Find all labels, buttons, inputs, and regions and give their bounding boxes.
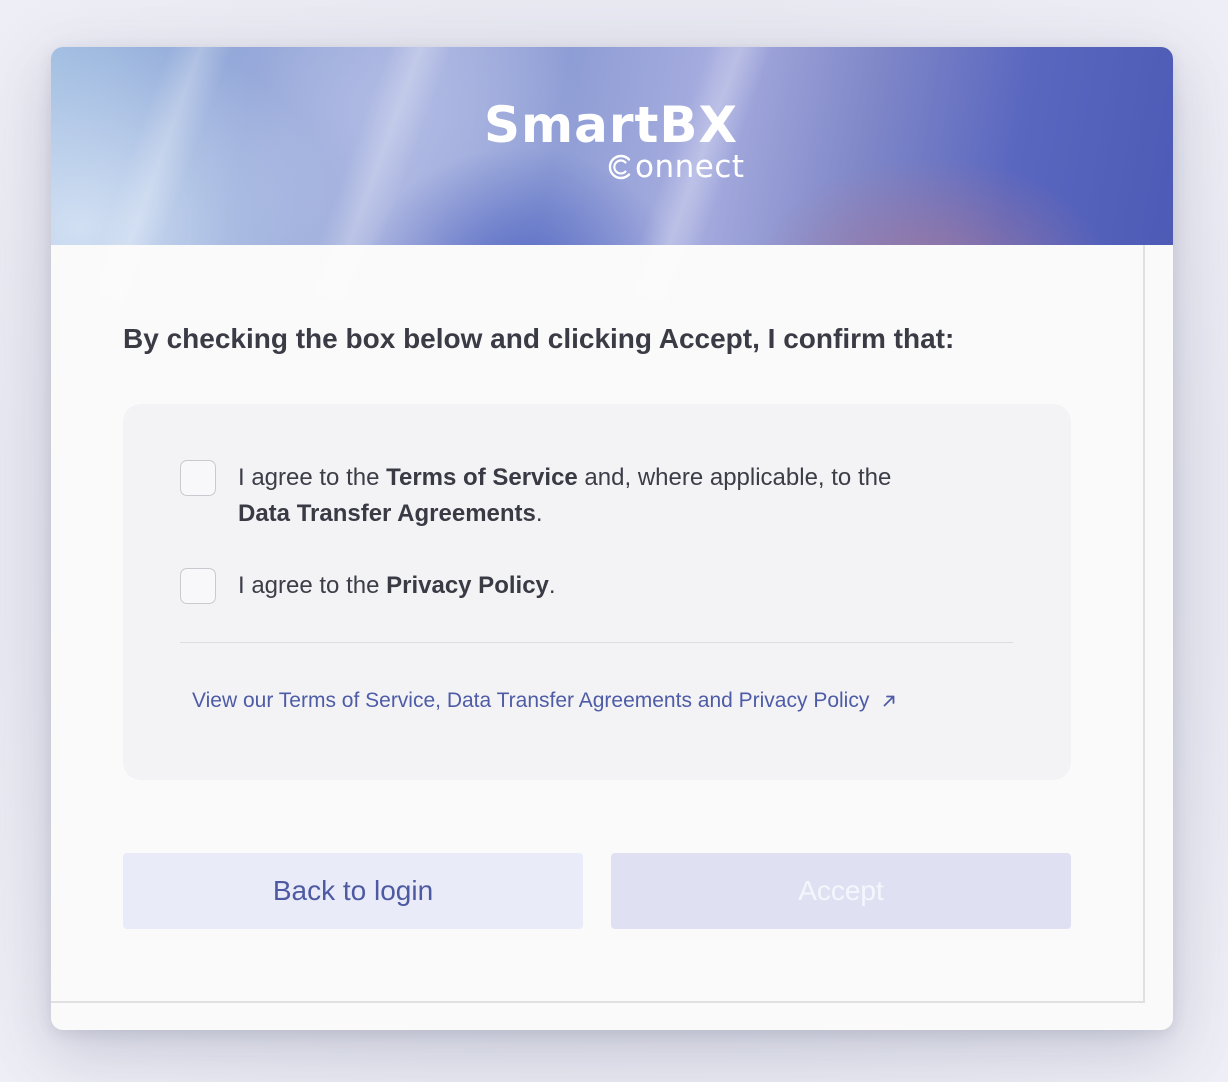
- smartbx-connect-logo: SmartBX onnect: [51, 47, 1173, 245]
- logo-wordmark: SmartBX: [484, 96, 739, 154]
- logo-subtitle: onnect: [605, 147, 745, 187]
- terms-checkbox[interactable]: [180, 460, 216, 496]
- external-link-arrow-icon: [883, 695, 895, 707]
- divider: [180, 642, 1013, 643]
- logo-subtitle-text: onnect: [635, 149, 745, 185]
- view-policies-link[interactable]: View our Terms of Service, Data Transfer…: [192, 686, 897, 716]
- terms-consent-text: I agree to the Terms of Service and, whe…: [238, 464, 892, 527]
- accept-button[interactable]: Accept: [611, 853, 1071, 929]
- privacy-consent-row[interactable]: I agree to the Privacy Policy.: [180, 568, 998, 604]
- privacy-checkbox[interactable]: [180, 568, 216, 604]
- view-policies-label: View our Terms of Service, Data Transfer…: [192, 689, 870, 712]
- c-ring-icon: [608, 154, 631, 180]
- consent-dialog: SmartBX onnect By checking the box below…: [51, 47, 1173, 1030]
- back-to-login-button[interactable]: Back to login: [123, 853, 583, 929]
- terms-consent-row[interactable]: I agree to the Terms of Service and, whe…: [180, 460, 998, 532]
- consent-panel: I agree to the Terms of Service and, whe…: [123, 404, 1071, 780]
- privacy-consent-text: I agree to the Privacy Policy.: [238, 572, 556, 599]
- header-banner: SmartBX onnect: [51, 47, 1173, 309]
- page-title: By checking the box below and clicking A…: [123, 323, 955, 354]
